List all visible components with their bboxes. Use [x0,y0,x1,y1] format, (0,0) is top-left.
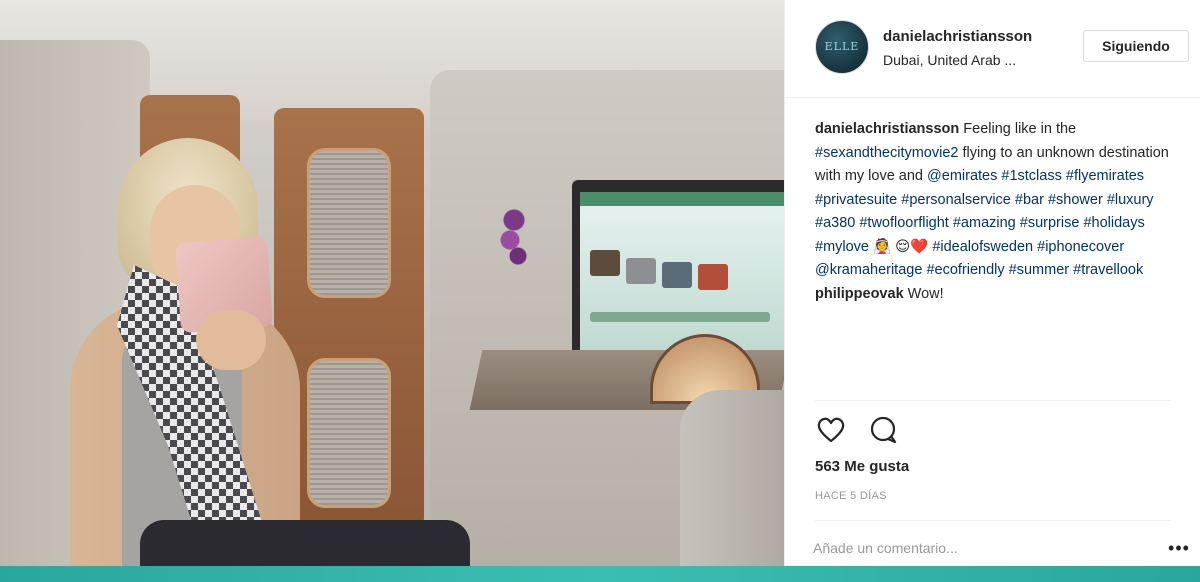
person-pants [140,520,470,566]
caption-fragment: Feeling like in the [959,121,1077,137]
person-hand [196,310,266,370]
hashtag-link[interactable]: #sexandthecitymovie2 [815,145,958,161]
post-caption: danielachristiansson Feeling like in the… [815,118,1185,283]
post-side-panel: ELLE danielachristiansson Dubai, United … [784,0,1200,566]
hashtag-link[interactable]: #shower [1048,192,1103,208]
post-location[interactable]: Dubai, United Arab ... [883,52,1016,68]
hashtag-link[interactable]: #holidays [1083,215,1144,231]
hashtag-link[interactable]: #travellook [1073,262,1143,278]
post-username[interactable]: danielachristiansson [883,28,1032,45]
suite-seat [680,390,784,566]
heart-icon[interactable] [815,414,847,446]
comment-username[interactable]: philippeovak [815,286,904,302]
comment-bubble-icon[interactable] [867,414,899,446]
hashtag-link[interactable]: #1stclass [1001,168,1061,184]
caption-username[interactable]: danielachristiansson [815,121,959,137]
tv-screen [580,192,784,362]
comment-text: Wow! [903,285,944,302]
comment-input[interactable] [813,534,1133,562]
hashtag-link[interactable]: #bar [1015,192,1044,208]
hashtag-link[interactable]: #a380 [815,215,855,231]
hashtag-link[interactable]: #luxury [1107,192,1154,208]
more-options-button[interactable]: ••• [1165,534,1193,562]
caption-text: Feeling like in the #sexandthecitymovie2… [815,121,1169,278]
hashtag-link[interactable]: @emirates [927,168,997,184]
accent-bar [0,566,1200,582]
following-button[interactable]: Siguiendo [1083,30,1189,62]
hashtag-link[interactable]: #surprise [1020,215,1080,231]
caption-fragment: 👰 😌❤️ [869,238,933,255]
likes-count[interactable]: 563 Me gusta [815,458,909,475]
hashtag-link[interactable]: #ecofriendly [926,262,1004,278]
hashtag-link[interactable]: #iphonecover [1037,239,1124,255]
divider [815,520,1171,521]
orchid-flowers [494,196,534,276]
post-timestamp: HACE 5 DÍAS [815,490,887,502]
divider [815,400,1171,401]
avatar[interactable]: ELLE [815,20,869,74]
post-header: ELLE danielachristiansson Dubai, United … [785,0,1200,98]
hashtag-link[interactable]: #personalservice [901,192,1011,208]
hashtag-link[interactable]: #flyemirates [1066,168,1144,184]
hashtag-link[interactable]: #twofloorflight [859,215,948,231]
comments-list: danielachristiansson Feeling like in the… [815,118,1185,408]
hashtag-link[interactable]: #idealofsweden [932,239,1033,255]
hashtag-link[interactable]: #privatesuite [815,192,897,208]
hashtag-link[interactable]: #mylove [815,239,869,255]
hashtag-link[interactable]: #amazing [953,215,1016,231]
hashtag-link[interactable]: #summer [1009,262,1069,278]
avatar-logo-text: ELLE [824,40,860,53]
post-photo[interactable] [0,0,784,566]
comment-item: philippeovak Wow! [815,283,1185,307]
hashtag-link[interactable]: @kramaheritage [815,262,922,278]
